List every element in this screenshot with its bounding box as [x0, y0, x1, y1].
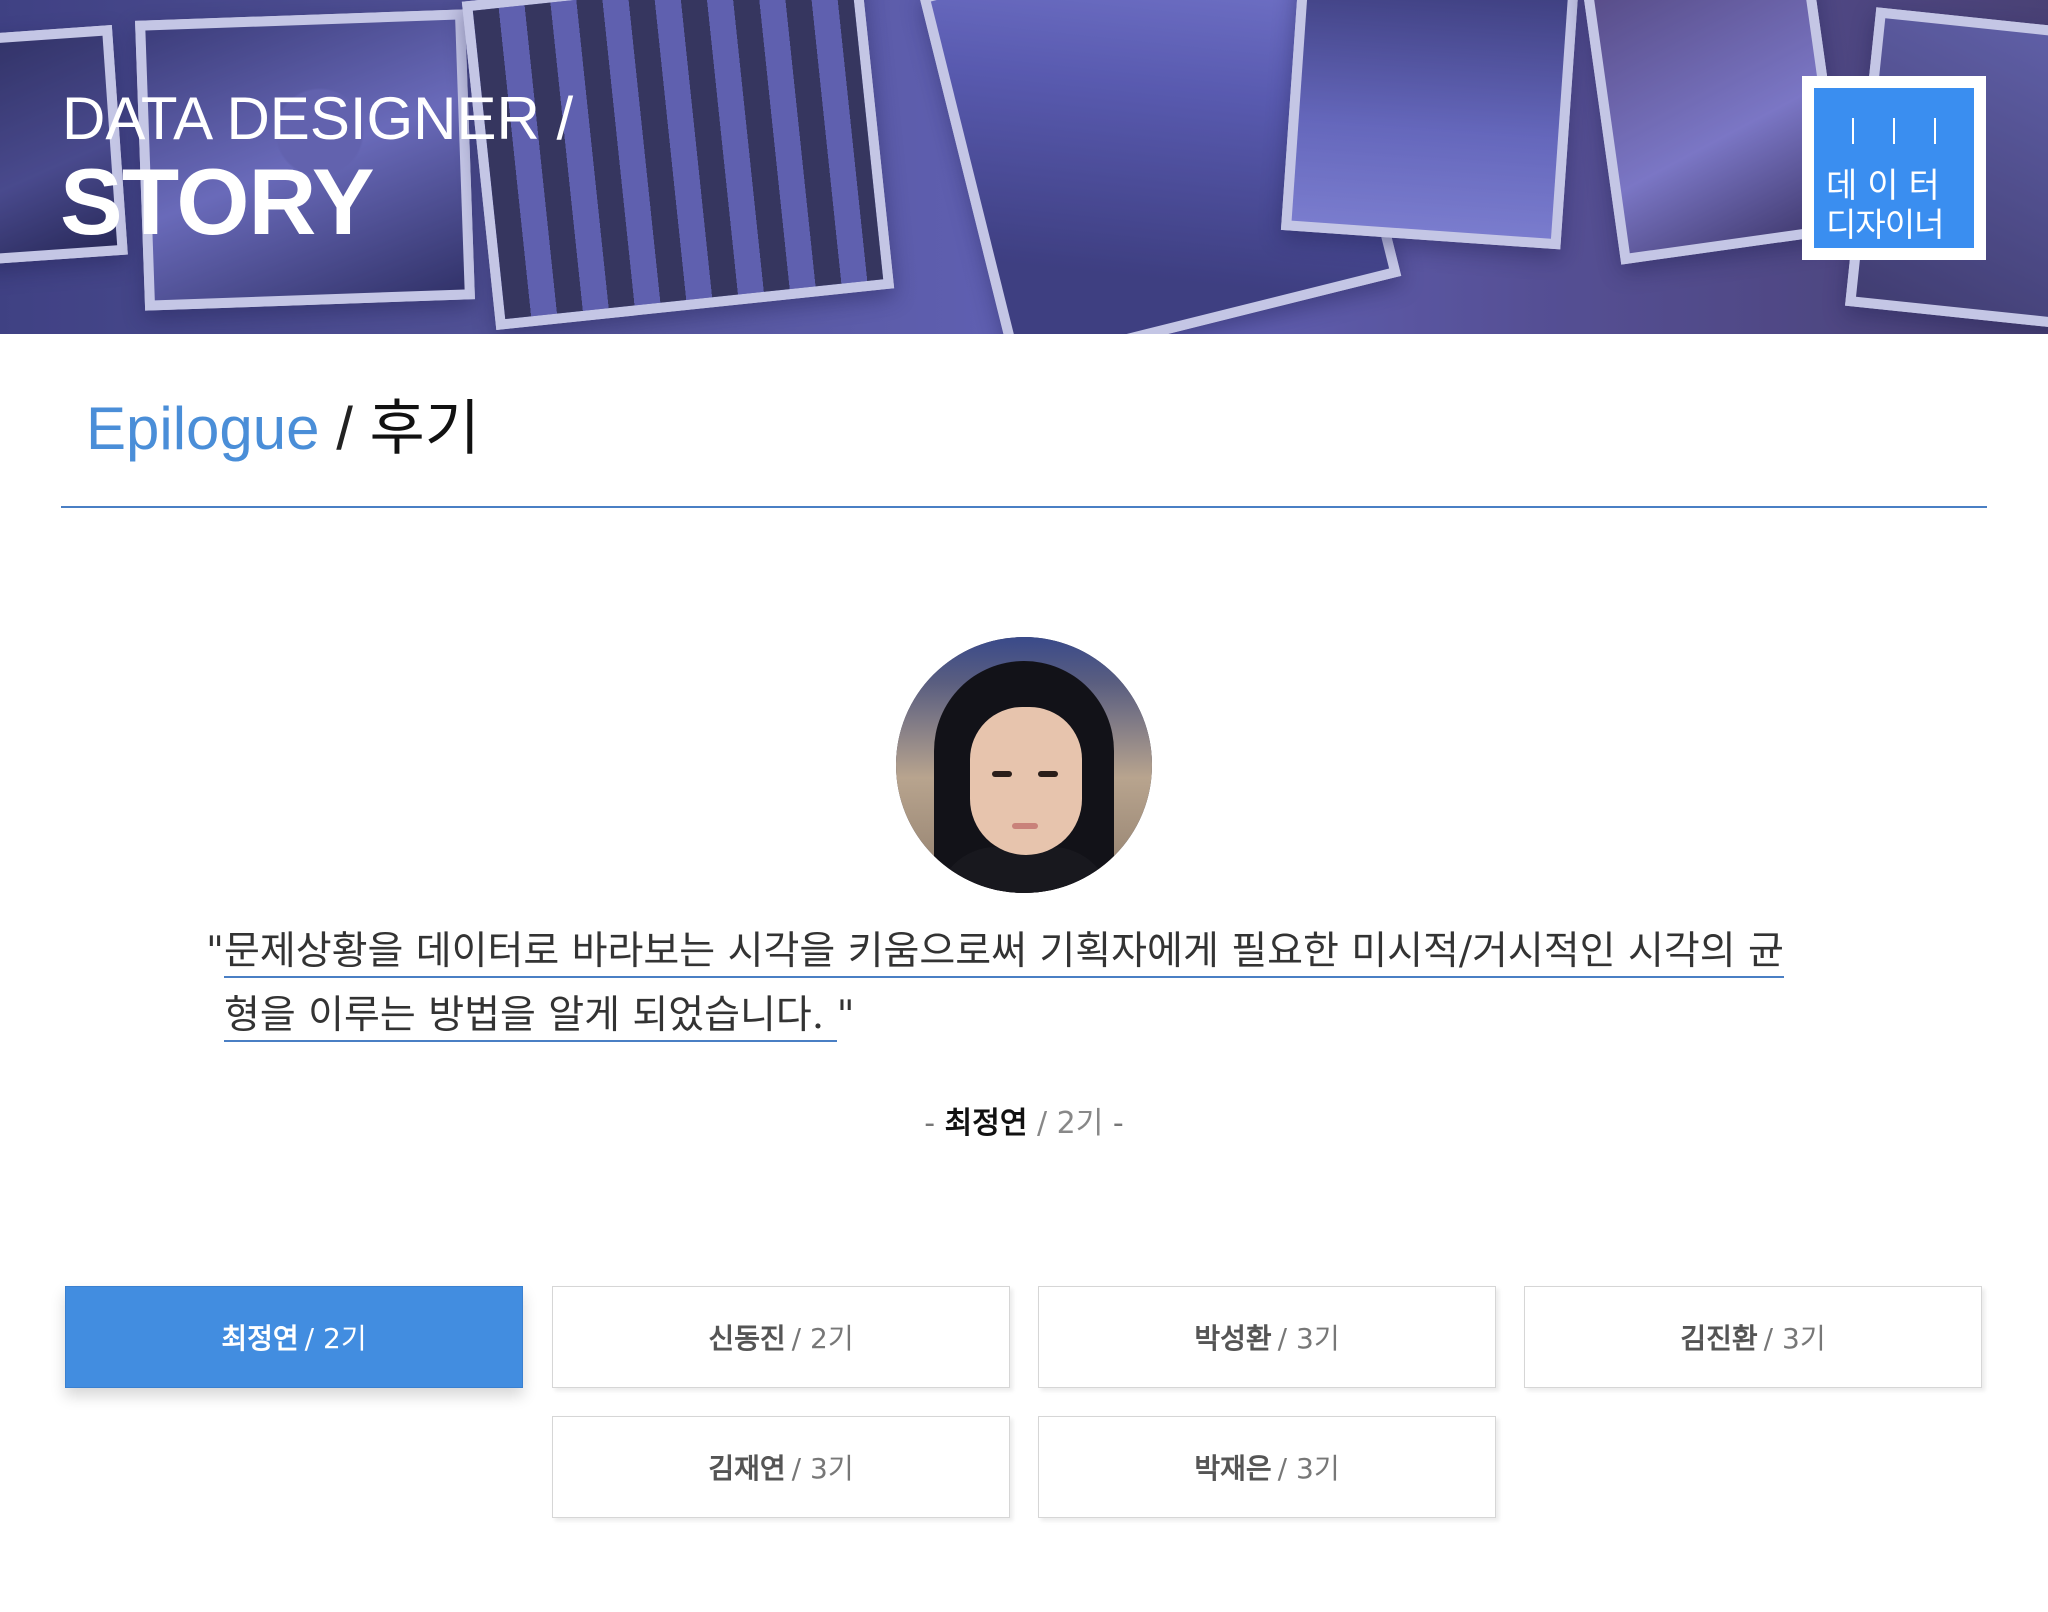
quote-text-line1: 문제상황을 데이터로 바라보는 시각을 키움으로써 기획자에게 필요한 미시적/…: [223, 929, 1784, 978]
person-button-1[interactable]: 최정연/ 2기: [65, 1286, 523, 1388]
logo-text-line2: 디자이너: [1826, 205, 1944, 244]
person-generation: / 3기: [1277, 1452, 1340, 1485]
author-name: 최정연: [944, 1106, 1028, 1141]
section-title: Epilogue / 후기: [86, 380, 480, 467]
author-prefix: -: [924, 1106, 945, 1141]
person-button-4[interactable]: 김진환/ 3기: [1524, 1286, 1982, 1388]
logo-bar-icon: [1852, 118, 1854, 144]
person-button-2[interactable]: 신동진/ 2기: [552, 1286, 1010, 1388]
site-logo[interactable]: 데이터 디자이너: [1802, 76, 1986, 260]
person-generation: / 3기: [791, 1452, 854, 1485]
author-generation: / 2기: [1027, 1106, 1104, 1141]
section-title-ko: 후기: [369, 394, 480, 464]
person-generation: / 3기: [1277, 1322, 1340, 1355]
hero-subtitle: DATA DESIGNER /: [62, 85, 574, 152]
hero-title: STORY: [60, 149, 375, 254]
person-name: 김재연: [708, 1452, 786, 1485]
testimonial-quote: "문제상황을 데이터로 바라보는 시각을 키움으로써 기획자에게 필요한 미시적…: [206, 920, 1796, 1048]
person-name: 최정연: [221, 1322, 299, 1355]
person-name: 박성환: [1194, 1322, 1272, 1355]
author-suffix: -: [1103, 1106, 1124, 1141]
person-name: 신동진: [708, 1322, 786, 1355]
testimonial-author: - 최정연 / 2기 -: [0, 1098, 2048, 1142]
section-title-en: Epilogue: [86, 395, 320, 462]
logo-bar-icon: [1893, 118, 1895, 144]
quote-text-line2: 형을 이루는 방법을 알게 되었습니다.: [224, 993, 837, 1042]
logo-bar-icon: [1934, 118, 1936, 144]
author-avatar: [896, 637, 1152, 893]
quote-open-mark: ": [206, 929, 224, 974]
person-name: 김진환: [1680, 1322, 1758, 1355]
person-name: 박재은: [1194, 1452, 1272, 1485]
section-divider: [61, 506, 1987, 508]
section-title-separator: /: [319, 395, 370, 462]
person-button-6[interactable]: 박재은/ 3기: [1038, 1416, 1496, 1518]
person-generation: / 2기: [304, 1322, 367, 1355]
person-generation: / 3기: [1763, 1322, 1826, 1355]
quote-close-mark: ": [836, 993, 855, 1038]
person-button-5[interactable]: 김재연/ 3기: [552, 1416, 1010, 1518]
person-generation: / 2기: [791, 1322, 854, 1355]
logo-mark: 데이터 디자이너: [1814, 88, 1974, 248]
person-button-3[interactable]: 박성환/ 3기: [1038, 1286, 1496, 1388]
hero-banner: DATA DESIGNER / STORY 데이터 디자이너: [0, 0, 2048, 334]
